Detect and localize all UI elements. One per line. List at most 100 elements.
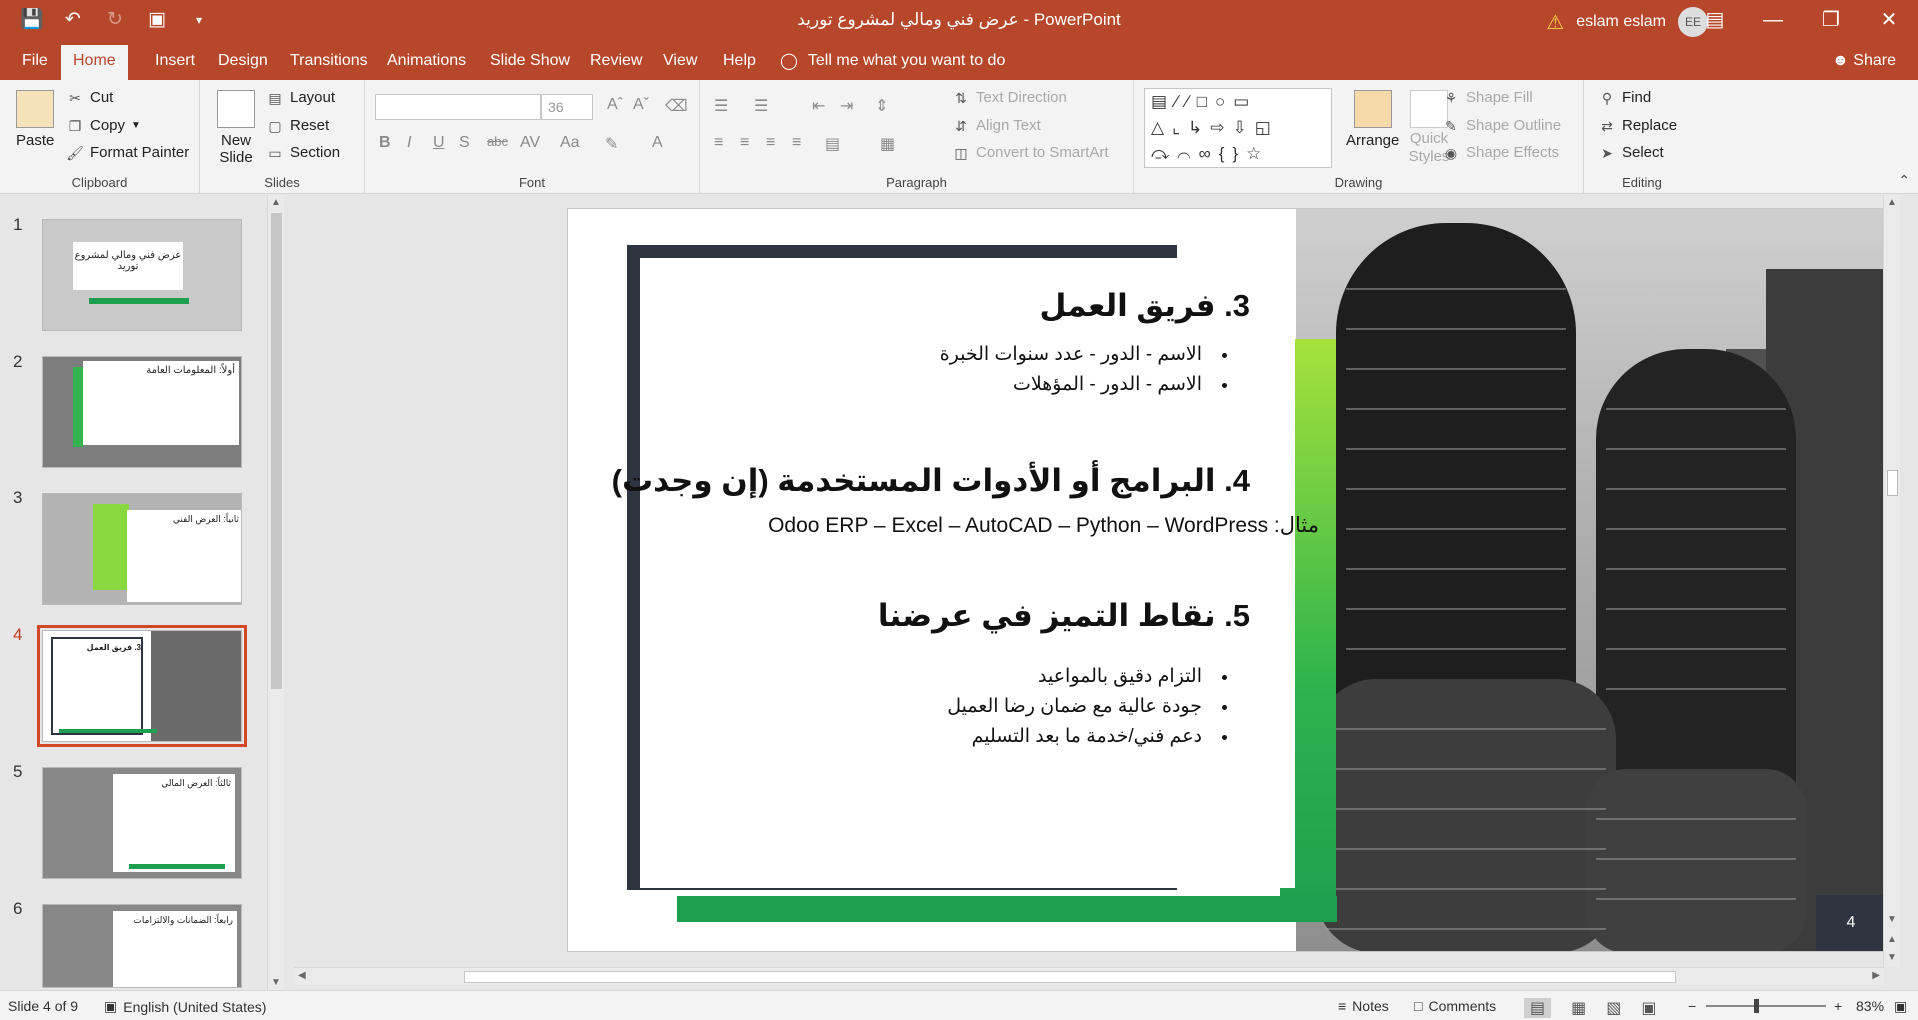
- italic-icon[interactable]: I: [407, 134, 411, 152]
- tab-help[interactable]: Help: [723, 52, 756, 70]
- notes-button[interactable]: ≡ Notes: [1338, 998, 1389, 1014]
- align-left-icon[interactable]: ≡: [714, 134, 723, 152]
- bold-icon[interactable]: B: [379, 134, 391, 152]
- slide-sorter-icon[interactable]: ▦: [1571, 998, 1586, 1018]
- next-slide-icon[interactable]: ▼: [1887, 952, 1897, 963]
- slide-counter[interactable]: Slide 4 of 9: [8, 998, 78, 1014]
- reset-button[interactable]: ▢ Reset: [266, 117, 329, 134]
- slide-thumbnail-5[interactable]: ثالثاً: العرض المالي: [42, 767, 242, 879]
- slide-vertical-scrollbar[interactable]: ▲ ▼ ▲ ▼: [1883, 195, 1900, 967]
- chevron-down-icon[interactable]: ▼: [131, 120, 141, 131]
- arrange-button[interactable]: Arrange: [1346, 90, 1399, 149]
- language-indicator[interactable]: ▣ English (United States): [104, 998, 266, 1015]
- account-area[interactable]: ⚠ eslam eslam EE: [1546, 7, 1708, 37]
- tab-file[interactable]: File: [22, 52, 48, 70]
- numbering-icon[interactable]: ☰: [754, 96, 768, 116]
- grow-font-icon[interactable]: Aˆ: [607, 96, 623, 114]
- slide-thumbnail-1[interactable]: عرض فني ومالي لمشروع توريد: [42, 219, 242, 331]
- slide-horizontal-scrollbar[interactable]: ◀ ▶: [294, 967, 1884, 985]
- tools-example[interactable]: مثال: Odoo ERP – Excel – AutoCAD – Pytho…: [768, 513, 1319, 538]
- ribbon-display-options-icon[interactable]: ▤: [1686, 0, 1744, 40]
- reading-view-icon[interactable]: ▧: [1606, 998, 1621, 1018]
- tab-transitions[interactable]: Transitions: [290, 52, 368, 70]
- new-slide-button[interactable]: New Slide: [214, 90, 258, 166]
- minimize-icon[interactable]: —: [1744, 0, 1802, 40]
- font-name-combo[interactable]: [375, 94, 541, 120]
- shape-effects-button[interactable]: ◉ Shape Effects: [1442, 144, 1559, 161]
- increase-indent-icon[interactable]: ⇥: [840, 96, 853, 116]
- scroll-left-icon[interactable]: ◀: [298, 970, 306, 981]
- normal-view-icon[interactable]: ▤: [1524, 998, 1552, 1018]
- character-spacing-icon[interactable]: AV: [520, 134, 540, 152]
- scroll-up-icon[interactable]: ▲: [271, 197, 281, 208]
- justify-icon[interactable]: ≡: [792, 134, 801, 152]
- section-button[interactable]: ▭ Section: [266, 144, 340, 161]
- slide-show-icon[interactable]: ▣: [1641, 998, 1656, 1018]
- slide-thumbnail-4[interactable]: 3. فريق العمل: [37, 625, 247, 747]
- user-name[interactable]: eslam eslam: [1576, 13, 1666, 31]
- content-box[interactable]: 3. فريق العمل الاسم - الدور - عدد سنوات …: [612, 258, 1319, 888]
- zoom-in-icon[interactable]: +: [1834, 998, 1842, 1014]
- tab-animations[interactable]: Animations: [387, 52, 466, 70]
- heading-strengths[interactable]: 5. نقاط التميز في عرضنا: [878, 598, 1250, 634]
- horizontal-scroll-thumb[interactable]: [464, 971, 1676, 983]
- underline-icon[interactable]: U: [433, 134, 445, 152]
- layout-button[interactable]: ▤ Layout: [266, 89, 335, 106]
- shape-fill-button[interactable]: ⚘ Shape Fill: [1442, 89, 1533, 106]
- shadow-icon[interactable]: S: [459, 134, 470, 152]
- tab-insert[interactable]: Insert: [155, 52, 195, 70]
- copy-button[interactable]: ❐ Copy ▼: [66, 117, 141, 134]
- strikethrough-icon[interactable]: abc: [487, 134, 508, 149]
- convert-smartart-button[interactable]: ◫ Convert to SmartArt: [952, 144, 1108, 161]
- tab-home[interactable]: Home: [61, 45, 128, 80]
- slide-thumbnail-3[interactable]: ثانياً: العرض الفني: [42, 493, 242, 605]
- slide-scroll-thumb[interactable]: [1887, 470, 1898, 496]
- shape-outline-button[interactable]: ✎ Shape Outline: [1442, 117, 1561, 134]
- shrink-font-icon[interactable]: Aˇ: [633, 96, 649, 114]
- thumbnails-scroll-thumb[interactable]: [271, 213, 282, 689]
- distributed-icon[interactable]: ▤: [825, 134, 840, 154]
- align-center-icon[interactable]: ≡: [740, 134, 749, 152]
- slide-thumbnail-6[interactable]: رابعاً: الضمانات والالتزامات: [42, 904, 242, 988]
- slide-thumbnail-2[interactable]: أولاً: المعلومات العامة: [42, 356, 242, 468]
- close-icon[interactable]: ✕: [1860, 0, 1918, 40]
- restore-icon[interactable]: ❐: [1802, 0, 1860, 40]
- font-size-combo[interactable]: 36: [541, 94, 593, 120]
- fit-to-window-icon[interactable]: ▣: [1894, 998, 1907, 1015]
- tab-design[interactable]: Design: [218, 52, 268, 70]
- scroll-right-icon[interactable]: ▶: [1872, 970, 1880, 981]
- previous-slide-icon[interactable]: ▲: [1887, 934, 1897, 945]
- paste-button[interactable]: Paste: [16, 90, 54, 149]
- scroll-down-icon[interactable]: ▼: [271, 977, 281, 988]
- zoom-out-icon[interactable]: −: [1688, 998, 1696, 1014]
- tab-slide-show[interactable]: Slide Show: [490, 52, 570, 70]
- decrease-indent-icon[interactable]: ⇤: [812, 96, 825, 116]
- align-text-button[interactable]: ⇵ Align Text: [952, 117, 1041, 134]
- select-button[interactable]: ➤ Select: [1598, 144, 1664, 161]
- find-button[interactable]: ⚲ Find: [1598, 89, 1651, 106]
- clear-formatting-icon[interactable]: ⌫: [665, 96, 688, 116]
- zoom-slider[interactable]: [1706, 999, 1826, 1013]
- replace-button[interactable]: ⇄ Replace: [1598, 117, 1677, 134]
- columns-icon[interactable]: ▦: [880, 134, 895, 154]
- line-spacing-icon[interactable]: ⇕: [875, 96, 888, 116]
- collapse-ribbon-icon[interactable]: ⌃: [1898, 172, 1910, 189]
- tab-review[interactable]: Review: [590, 52, 642, 70]
- zoom-level[interactable]: 83%: [1856, 998, 1884, 1014]
- highlight-icon[interactable]: ✎: [605, 134, 618, 154]
- thumbnails-scrollbar[interactable]: ▲ ▼: [267, 195, 284, 990]
- text-direction-button[interactable]: ⇅ Text Direction: [952, 89, 1067, 106]
- scroll-up-icon[interactable]: ▲: [1887, 197, 1897, 208]
- tell-me-text[interactable]: Tell me what you want to do: [808, 52, 1005, 70]
- align-right-icon[interactable]: ≡: [766, 134, 775, 152]
- zoom-slider-thumb[interactable]: [1754, 999, 1759, 1013]
- bullets-icon[interactable]: ☰: [714, 96, 728, 116]
- cut-button[interactable]: ✂ Cut: [66, 89, 113, 106]
- comments-button[interactable]: □ Comments: [1414, 998, 1496, 1014]
- font-color-icon[interactable]: A: [652, 134, 663, 152]
- strengths-list[interactable]: التزام دقيق بالمواعيد جودة عالية مع ضمان…: [707, 662, 1227, 752]
- warning-icon[interactable]: ⚠: [1546, 10, 1564, 35]
- tab-view[interactable]: View: [663, 52, 697, 70]
- tell-me-box[interactable]: ◯ Tell me what you want to do: [780, 51, 1005, 71]
- heading-tools[interactable]: 4. البرامج أو الأدوات المستخدمة (إن وجدت…: [612, 463, 1250, 499]
